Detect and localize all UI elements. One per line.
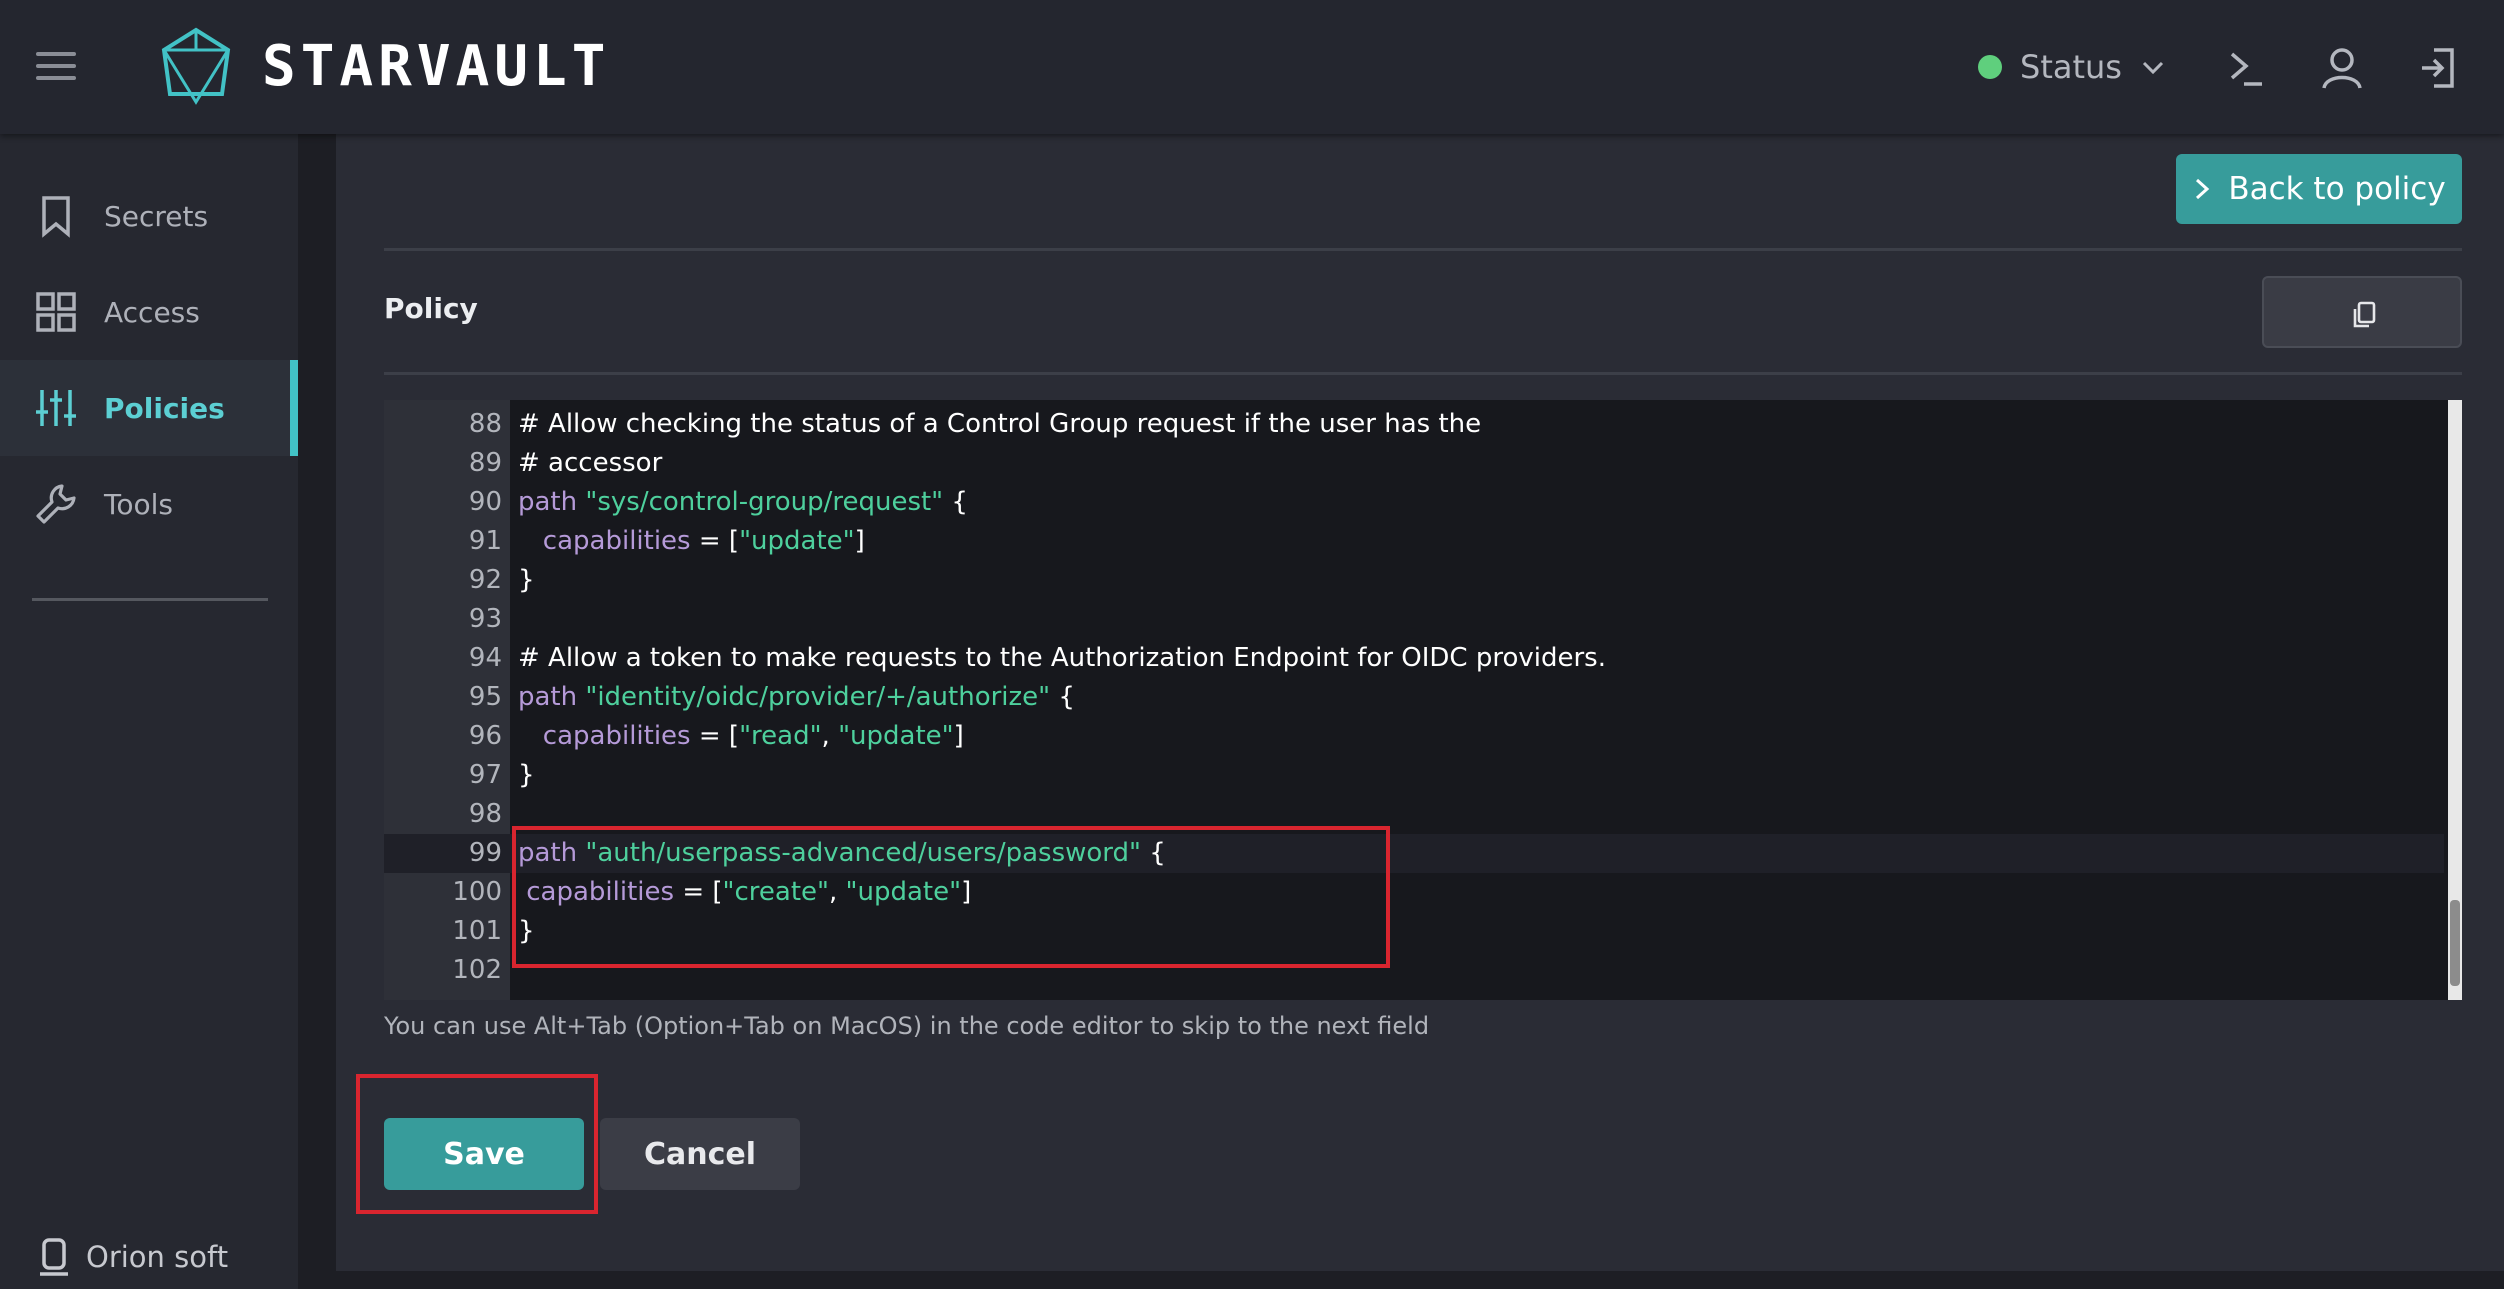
code-token: { <box>943 487 968 517</box>
logout-icon[interactable] <box>2410 40 2466 96</box>
back-to-policy-label: Back to policy <box>2228 171 2446 207</box>
code-string: "update" <box>739 526 855 556</box>
code-token: = [ <box>690 721 740 751</box>
code-token: ] <box>854 526 865 556</box>
code-token: { <box>1050 682 1075 712</box>
sidebar-item-secrets[interactable]: Secrets <box>0 168 298 264</box>
code-line[interactable]: 94 # Allow a token to make requests to th… <box>384 639 2444 678</box>
line-number: 95 <box>468 682 502 712</box>
top-bar: STARVAULT Status <box>0 0 2504 134</box>
user-icon[interactable] <box>2314 40 2370 96</box>
line-number: 96 <box>468 721 502 751</box>
editor-hint: You can use Alt+Tab (Option+Tab on MacOS… <box>384 1012 1430 1040</box>
code-line[interactable]: 97} <box>384 756 2444 795</box>
copy-icon <box>2353 301 2376 328</box>
code-string: "read" <box>739 721 822 751</box>
policy-label: Policy <box>384 292 478 325</box>
code-line[interactable]: 90 path "sys/control-group/request" { <box>384 483 2444 522</box>
line-number: 88 <box>468 409 502 439</box>
chevron-down-icon <box>2142 61 2164 75</box>
policy-edit-panel: Back to policy Policy 88 # Allow checking… <box>336 134 2504 1271</box>
code-token: , <box>821 721 839 751</box>
line-number: 102 <box>452 955 502 985</box>
sidebar-item-label: Access <box>104 295 200 329</box>
status-dropdown[interactable]: Status <box>1978 42 2166 92</box>
wrench-icon <box>36 484 76 524</box>
code-text: } <box>518 756 535 795</box>
status-indicator <box>1978 55 2002 79</box>
code-keyword: capabilities <box>542 526 691 556</box>
line-number: 101 <box>452 916 502 946</box>
code-string: "sys/control-group/request" <box>585 487 944 517</box>
sidebar-item-label: Tools <box>104 487 173 521</box>
line-number: 92 <box>468 565 502 595</box>
code-line[interactable]: 95 path "identity/oidc/provider/+/authori… <box>384 678 2444 717</box>
code-string: "identity/oidc/provider/+/authorize" <box>585 682 1051 712</box>
code-keyword: path <box>518 682 578 712</box>
sidebar-item-policies[interactable]: Policies <box>0 360 298 456</box>
line-number: 89 <box>468 448 502 478</box>
org-switcher[interactable]: Orion soft <box>36 1236 228 1278</box>
code-token: # accessor <box>518 448 663 478</box>
sidebar: Secrets Access Policies Tools Orion soft <box>0 134 298 1289</box>
code-string: "update" <box>838 721 954 751</box>
grid-icon <box>36 292 76 332</box>
code-text: # Allow a token to make requests to the … <box>518 639 1606 678</box>
divider <box>384 372 2462 375</box>
line-number: 98 <box>468 799 502 829</box>
code-text: } <box>518 561 535 600</box>
sliders-icon <box>36 390 76 426</box>
line-number: 100 <box>452 877 502 907</box>
chevron-right-icon <box>2196 178 2210 200</box>
sidebar-item-access[interactable]: Access <box>0 264 298 360</box>
copy-button[interactable] <box>2262 276 2462 348</box>
code-token: # Allow a token to make requests to the … <box>518 643 1606 673</box>
code-text: # Allow checking the status of a Control… <box>518 405 1481 444</box>
terminal-icon[interactable] <box>2218 40 2274 96</box>
brand-name[interactable]: STARVAULT <box>262 34 610 99</box>
code-text: path "sys/control-group/request" { <box>518 483 968 522</box>
highlight-box <box>512 826 1390 968</box>
code-keyword: path <box>518 487 578 517</box>
code-token: } <box>518 760 535 790</box>
code-text: # accessor <box>518 444 662 483</box>
scrollbar-thumb[interactable] <box>2450 900 2460 986</box>
logo-icon[interactable] <box>160 26 232 106</box>
line-number: 90 <box>468 487 502 517</box>
code-line[interactable]: 92} <box>384 561 2444 600</box>
code-line[interactable]: 89 # accessor <box>384 444 2444 483</box>
back-to-policy-button[interactable]: Back to policy <box>2176 154 2462 224</box>
sidebar-item-label: Secrets <box>104 199 209 233</box>
code-token: # Allow checking the status of a Control… <box>518 409 1482 439</box>
code-text: capabilities = ["read", "update"] <box>518 717 964 756</box>
code-keyword: capabilities <box>542 721 691 751</box>
line-number: 94 <box>468 643 502 673</box>
line-number: 93 <box>468 604 502 634</box>
divider <box>384 248 2462 251</box>
sidebar-divider <box>32 598 268 601</box>
menu-icon[interactable] <box>36 52 76 82</box>
cancel-button[interactable]: Cancel <box>600 1118 800 1190</box>
status-label: Status <box>2020 48 2122 86</box>
org-icon <box>40 1238 68 1276</box>
sidebar-item-label: Policies <box>104 391 225 425</box>
line-number: 99 <box>468 838 502 868</box>
org-name: Orion soft <box>86 1240 229 1274</box>
code-text: capabilities = ["update"] <box>518 522 865 561</box>
code-line[interactable]: 96 capabilities = ["read", "update"] <box>384 717 2444 756</box>
code-line[interactable]: 91 capabilities = ["update"] <box>384 522 2444 561</box>
code-token: ] <box>953 721 964 751</box>
code-line[interactable]: 88 # Allow checking the status of a Contr… <box>384 405 2444 444</box>
code-token: = [ <box>690 526 740 556</box>
highlight-box <box>356 1074 598 1214</box>
sidebar-item-tools[interactable]: Tools <box>0 456 298 552</box>
line-number: 91 <box>468 526 502 556</box>
code-token: } <box>518 565 535 595</box>
code-line[interactable]: 93 <box>384 600 2444 639</box>
line-number: 97 <box>468 760 502 790</box>
bookmark-icon <box>42 196 70 238</box>
code-text: path "identity/oidc/provider/+/authorize… <box>518 678 1075 717</box>
